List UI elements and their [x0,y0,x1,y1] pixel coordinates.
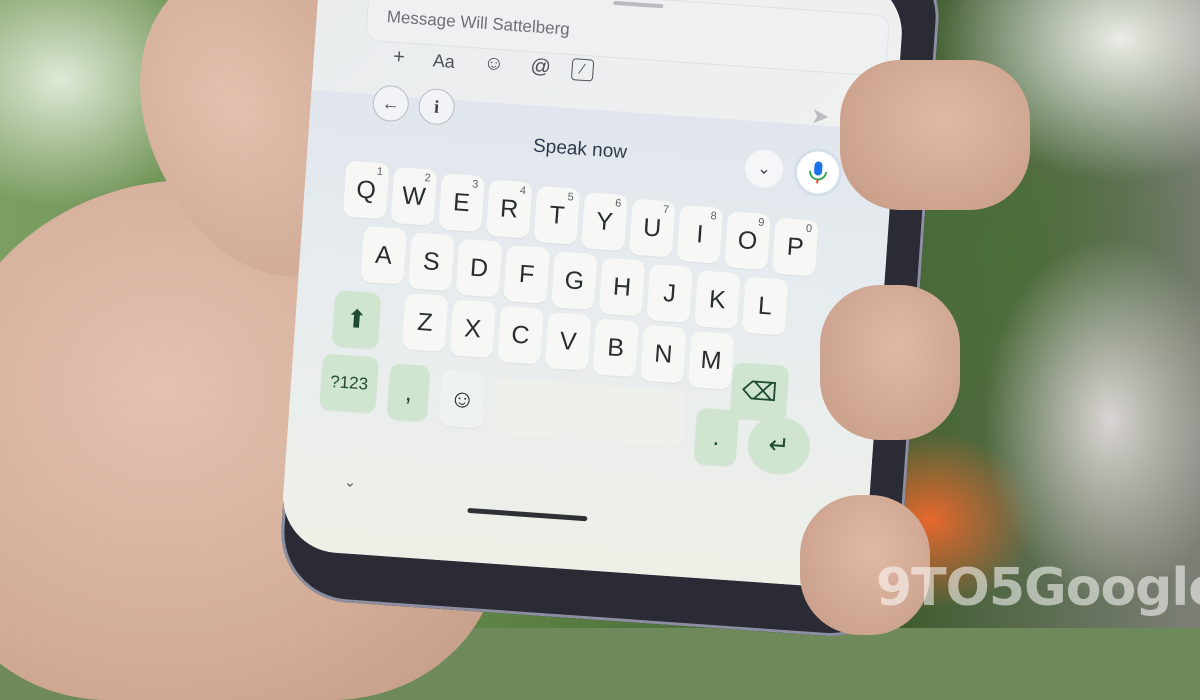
key-label: C [510,320,530,350]
key-j[interactable]: J [646,264,693,323]
key-e[interactable]: E3 [438,173,485,232]
hand-finger-2 [820,285,960,440]
key-f[interactable]: F [503,245,550,304]
key-label: W [401,181,427,212]
emoji-icon[interactable]: ☺ [478,52,510,77]
key-label: E [452,188,471,218]
period-key[interactable]: . [693,408,739,467]
key-u[interactable]: U7 [629,199,676,258]
key-hint: 3 [472,178,479,190]
watermark: 9TO5Google [876,558,1200,618]
key-label: U [642,213,662,243]
key-w[interactable]: W2 [390,167,437,226]
key-hint: 8 [710,210,717,222]
key-i[interactable]: I8 [676,205,723,264]
key-label: R [499,194,519,224]
key-hint: 6 [615,197,622,209]
key-label: Y [595,207,614,237]
key-y[interactable]: Y6 [581,192,628,251]
key-g[interactable]: G [551,251,598,310]
key-v[interactable]: V [545,312,592,371]
mention-icon[interactable]: @ [525,55,557,80]
key-label: P [786,232,805,262]
key-label: V [559,326,578,356]
symbols-key[interactable]: ?123 [319,353,379,413]
emoji-key-icon[interactable]: ☺ [438,370,486,429]
key-label: G [564,266,585,296]
key-l[interactable]: L [742,277,789,336]
key-c[interactable]: C [497,306,544,365]
format-text-icon[interactable]: Aa [428,50,459,73]
key-hint: 2 [424,172,431,184]
collapse-keyboard-icon[interactable]: ⌄ [344,473,357,491]
key-label: X [463,314,482,344]
key-hint: 9 [758,216,765,228]
key-hint: 4 [519,185,526,197]
key-label: J [662,279,676,309]
key-s[interactable]: S [408,232,455,291]
key-k[interactable]: K [694,270,741,329]
key-q[interactable]: Q1 [343,161,390,220]
key-label: Z [416,307,433,337]
key-x[interactable]: X [449,299,496,358]
key-label: A [374,240,393,270]
key-label: S [422,247,441,277]
key-m[interactable]: M [688,331,735,390]
key-label: M [700,345,723,375]
key-hint: 1 [376,166,383,178]
key-a[interactable]: A [360,226,407,285]
key-b[interactable]: B [592,318,639,377]
key-r[interactable]: R4 [486,180,533,239]
key-label: D [469,253,489,283]
key-label: F [518,259,535,289]
key-label: O [737,226,758,256]
key-z[interactable]: Z [402,293,449,352]
slash-command-icon[interactable]: ⁄ [571,58,594,81]
plus-icon[interactable]: + [383,45,415,70]
key-h[interactable]: H [599,258,646,317]
key-label: K [708,285,727,315]
key-label: B [606,333,625,363]
key-n[interactable]: N [640,325,687,384]
key-label: Q [355,175,376,205]
key-hint: 7 [662,204,669,216]
hand-finger-1 [840,60,1030,210]
send-icon[interactable]: ➤ [810,103,830,130]
key-o[interactable]: O9 [724,211,771,270]
key-label: T [548,200,565,230]
shift-icon[interactable]: ⬆ [332,290,382,349]
comma-key[interactable]: , [387,363,431,422]
key-hint: 0 [806,223,813,235]
key-label: L [757,291,773,321]
key-label: N [653,339,673,369]
key-hint: 5 [567,191,574,203]
key-label: I [695,220,704,249]
key-d[interactable]: D [456,239,503,298]
backspace-icon[interactable]: ⌫ [730,362,790,422]
key-label: H [612,272,632,302]
phone-screen: Message Will Sattelberg + Aa ☺ @ ⁄ ➤ ← i… [279,0,905,590]
key-t[interactable]: T5 [533,186,580,245]
key-p[interactable]: P0 [772,218,819,277]
